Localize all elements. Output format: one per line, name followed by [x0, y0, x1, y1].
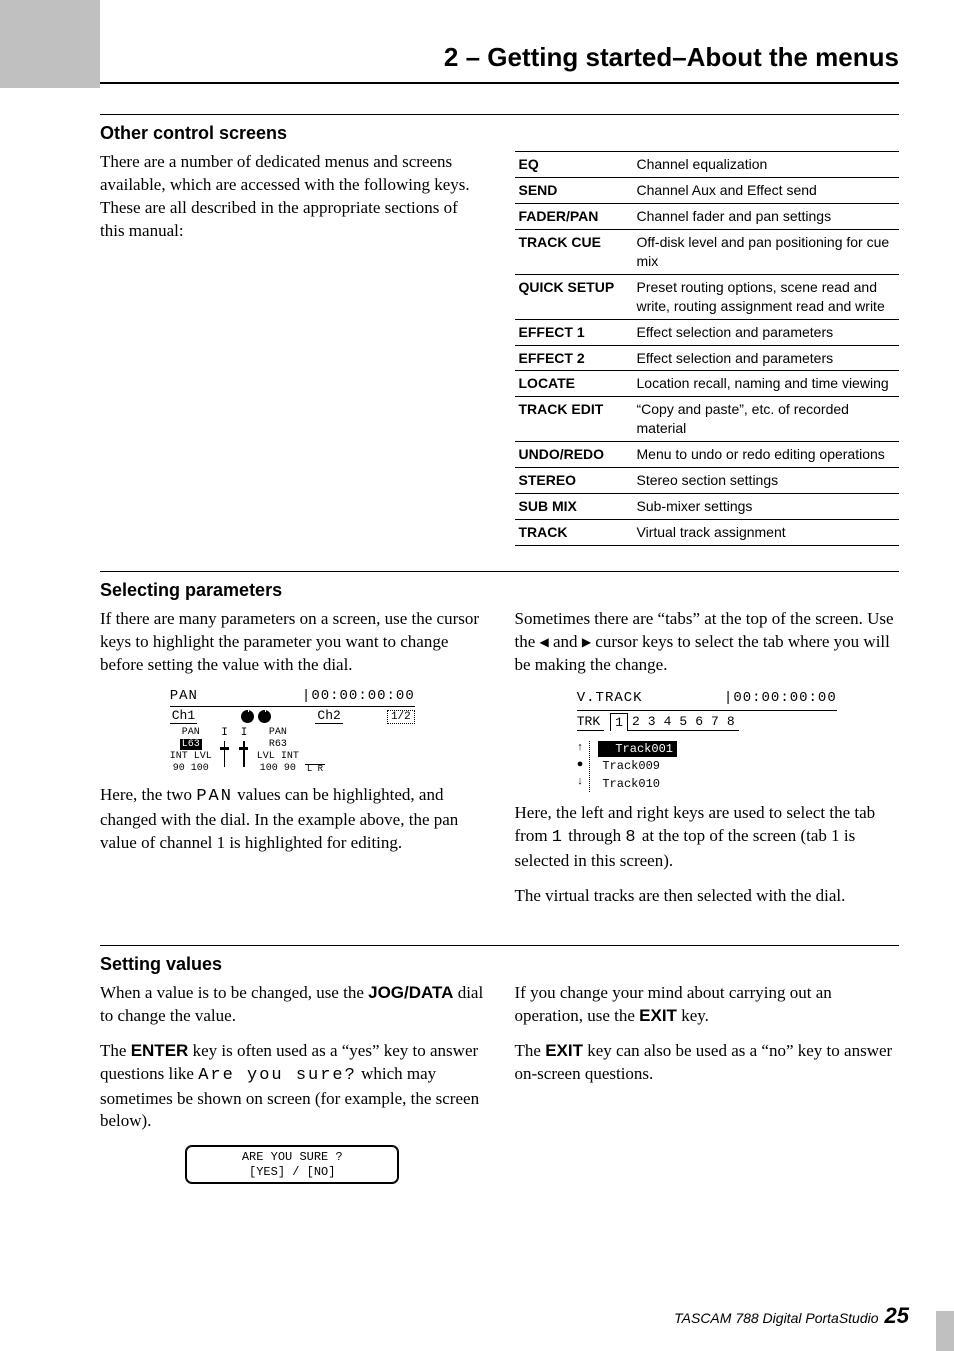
menu-key: TRACK: [515, 519, 633, 545]
arrow-down-icon: ↓: [577, 775, 584, 790]
lcd-label: INT LVL: [170, 751, 212, 762]
decorative-stripe: [0, 0, 100, 88]
menu-key: TRACK EDIT: [515, 397, 633, 442]
page-header-title: 2 – Getting started–About the menus: [100, 40, 899, 84]
pan-knob-icon: [258, 710, 271, 723]
intro-text: There are a number of dedicated menus an…: [100, 151, 485, 243]
menu-key: TRACK CUE: [515, 230, 633, 275]
section-setting-values: Setting values When a value is to be cha…: [100, 945, 899, 1199]
lcd-label: TRK: [577, 713, 604, 732]
menu-key: EFFECT 1: [515, 319, 633, 345]
body-text: If you change your mind about carrying o…: [515, 982, 900, 1028]
bullet-icon: ●: [577, 758, 584, 773]
body-text: Here, the two PAN values can be highligh…: [100, 784, 485, 855]
lcd-label: PAN: [269, 727, 287, 738]
arrow-up-icon: ↑: [577, 741, 584, 756]
cursor-left-icon: [540, 632, 549, 651]
slider-icon: [224, 741, 226, 767]
page: 2 – Getting started–About the menus Othe…: [0, 0, 954, 1351]
menu-desc: Off-disk level and pan positioning for c…: [633, 230, 900, 275]
menu-desc: Channel equalization: [633, 152, 900, 178]
lcd-track-row: Track009: [598, 758, 677, 774]
lcd-channel: Ch2: [315, 709, 342, 724]
menu-desc: Effect selection and parameters: [633, 345, 900, 371]
menu-key: FADER/PAN: [515, 204, 633, 230]
lcd-tab: 4: [660, 713, 676, 731]
lcd-tab: 7: [707, 713, 723, 731]
menu-desc: Sub-mixer settings: [633, 493, 900, 519]
vtrack-lcd-screenshot: V.TRACK |00:00:00:00 TRK 1 2 3 4 5 6 7: [577, 689, 837, 792]
lcd-page-indicator: 1/2: [387, 710, 415, 724]
sure-line1: ARE YOU SURE ?: [192, 1150, 392, 1164]
menu-desc: “Copy and paste”, etc. of recorded mater…: [633, 397, 900, 442]
section-heading: Other control screens: [100, 121, 899, 145]
lcd-time: |00:00:00:00: [302, 689, 415, 704]
menu-key: SUB MIX: [515, 493, 633, 519]
menu-desc: Channel Aux and Effect send: [633, 178, 900, 204]
lcd-track-row: Track010: [598, 776, 677, 792]
lcd-tab: 8: [723, 713, 739, 731]
footer-page-number: 25: [885, 1301, 909, 1331]
lcd-tab: 3: [644, 713, 660, 731]
lcd-track-selected: Track001: [598, 741, 677, 757]
body-text: The virtual tracks are then selected wit…: [515, 885, 900, 908]
menu-key: EFFECT 2: [515, 345, 633, 371]
section-heading: Selecting parameters: [100, 578, 899, 602]
menu-desc: Channel fader and pan settings: [633, 204, 900, 230]
lcd-tab: 6: [691, 713, 707, 731]
lcd-label: I: [221, 727, 228, 739]
section-other-control-screens: Other control screens There are a number…: [100, 114, 899, 546]
lcd-value: R63: [269, 739, 287, 750]
menu-key: LOCATE: [515, 371, 633, 397]
menu-key: UNDO/REDO: [515, 442, 633, 468]
lcd-label: LVL INT: [257, 751, 299, 762]
section-selecting-parameters: Selecting parameters If there are many p…: [100, 571, 899, 920]
menu-desc: Location recall, naming and time viewing: [633, 371, 900, 397]
cursor-right-icon: [582, 632, 591, 651]
menu-desc: Virtual track assignment: [633, 519, 900, 545]
decorative-stripe: [936, 1311, 954, 1351]
section-heading: Setting values: [100, 952, 899, 976]
pan-lcd-screenshot: PAN |00:00:00:00 Ch1 Ch2 1/2: [170, 689, 415, 775]
menu-key: SEND: [515, 178, 633, 204]
body-text: The ENTER key is often used as a “yes” k…: [100, 1040, 485, 1134]
lcd-tab-row: 1 2 3 4 5 6 7 8: [610, 713, 739, 732]
lcd-tab: 2: [628, 713, 644, 731]
menu-key: QUICK SETUP: [515, 274, 633, 319]
slider-icon: [243, 741, 245, 767]
lcd-lr-indicator: L R: [305, 764, 325, 775]
menu-key: STEREO: [515, 467, 633, 493]
body-text: Sometimes there are “tabs” at the top of…: [515, 608, 900, 677]
menu-desc: Effect selection and parameters: [633, 319, 900, 345]
lcd-highlighted-value: L63: [180, 739, 202, 750]
lcd-tab: 5: [675, 713, 691, 731]
menu-desc: Preset routing options, scene read and w…: [633, 274, 900, 319]
body-text: Here, the left and right keys are used t…: [515, 802, 900, 873]
lcd-title: V.TRACK: [577, 689, 643, 708]
body-text: When a value is to be changed, use the J…: [100, 982, 485, 1028]
footer-product: TASCAM 788 Digital PortaStudio: [674, 1309, 878, 1328]
lcd-label: I: [241, 727, 248, 739]
body-text: If there are many parameters on a screen…: [100, 608, 485, 677]
menu-desc: Menu to undo or redo editing operations: [633, 442, 900, 468]
lcd-label: 100 90: [260, 763, 296, 774]
page-footer: TASCAM 788 Digital PortaStudio 25: [674, 1301, 909, 1331]
menu-desc: Stereo section settings: [633, 467, 900, 493]
are-you-sure-lcd: ARE YOU SURE ? [YES] / [NO]: [185, 1145, 399, 1184]
lcd-label: 90 100: [173, 763, 209, 774]
menu-table: EQChannel equalization SENDChannel Aux a…: [515, 151, 900, 545]
lcd-time: |00:00:00:00: [724, 689, 837, 708]
lcd-label: PAN: [182, 727, 200, 738]
pan-knob-icon: [241, 710, 254, 723]
lcd-channel: Ch1: [170, 709, 197, 724]
menu-key: EQ: [515, 152, 633, 178]
lcd-title: PAN: [170, 689, 198, 704]
body-text: The EXIT key can also be used as a “no” …: [515, 1040, 900, 1086]
sure-line2: [YES] / [NO]: [192, 1165, 392, 1179]
lcd-tab-selected: 1: [610, 713, 628, 732]
